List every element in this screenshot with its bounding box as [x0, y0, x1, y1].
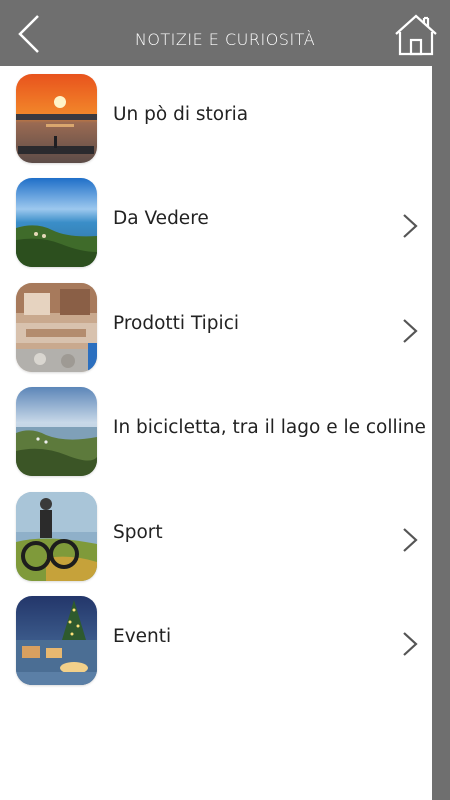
list-item-da-vedere[interactable]: Da Vedere	[0, 170, 432, 274]
local-products-photo	[16, 282, 97, 372]
christmas-market-photo	[16, 595, 97, 685]
list-item-sport[interactable]: Sport	[0, 484, 432, 588]
list-item-label: In bicicletta, tra il lago e le colline	[113, 417, 426, 439]
menu-list: Un pò di storia Da Vedere Prodotti Tipic…	[0, 66, 432, 692]
list-item-in-bicicletta[interactable]: In bicicletta, tra il lago e le colline	[0, 379, 432, 483]
sunset-lake-photo	[16, 74, 97, 163]
list-item-label: Da Vedere	[113, 208, 209, 230]
chevron-right-icon	[403, 318, 418, 343]
list-item-label: Prodotti Tipici	[113, 312, 240, 334]
home-button[interactable]	[392, 12, 440, 56]
list-item-label: Eventi	[113, 625, 172, 647]
chevron-left-icon	[18, 15, 39, 53]
mountain-bike-photo	[16, 491, 97, 581]
home-icon	[395, 14, 437, 56]
chevron-right-icon	[403, 214, 418, 239]
back-button[interactable]	[10, 12, 50, 56]
chevron-right-icon	[403, 632, 418, 656]
list-item-eventi[interactable]: Eventi	[0, 588, 432, 692]
coastline-photo	[16, 178, 97, 268]
list-item-storia[interactable]: Un pò di storia	[0, 66, 432, 170]
app-screen: NOTIZIE E CURIOSITÀ Un pò di storia Da V…	[0, 0, 450, 800]
chevron-right-icon	[403, 527, 418, 552]
page-title: NOTIZIE E CURIOSITÀ	[134, 30, 316, 49]
top-bar: NOTIZIE E CURIOSITÀ	[0, 0, 450, 66]
list-item-label: Un pò di storia	[113, 104, 249, 125]
list-item-label: Sport	[113, 521, 163, 543]
list-item-prodotti-tipici[interactable]: Prodotti Tipici	[0, 275, 432, 379]
hills-lake-photo	[16, 387, 97, 477]
right-side-bar	[432, 66, 450, 800]
